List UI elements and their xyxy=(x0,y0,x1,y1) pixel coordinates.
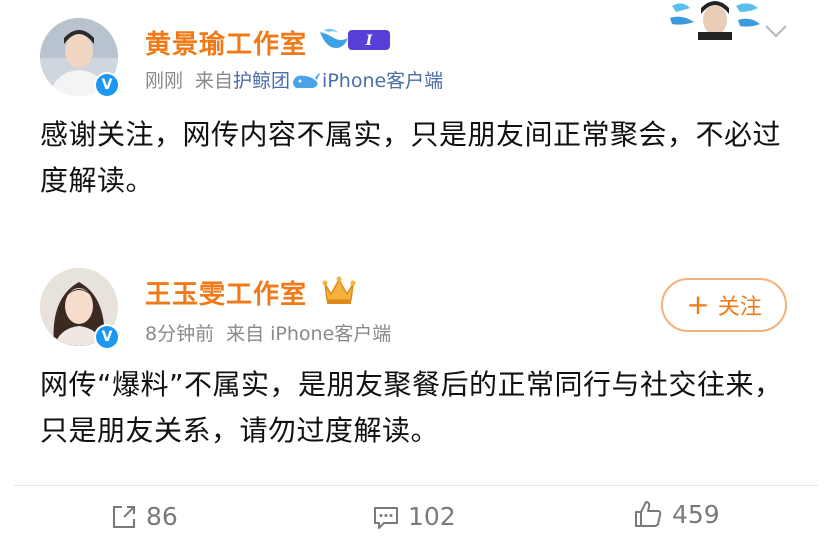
svg-text:I: I xyxy=(365,33,373,49)
post-content: 网传“爆料”不属实，是朋友聚餐后的正常同行与社交往来，只是朋友关系，请勿过度解读… xyxy=(40,368,783,447)
post-content: 感谢关注，网传内容不属实，只是朋友间正常聚会，不必过度解读。 xyxy=(40,118,782,197)
post-source: 来自 iPhone客户端 xyxy=(226,323,392,345)
share-button[interactable]: 86 xyxy=(110,502,178,531)
action-bar: 86 102 459 xyxy=(0,496,832,544)
weibo-post-wang: V 王玉雯工作室 8分钟前 来自 iPhone客户端 + 关注 网传“爆料”不属实，… xyxy=(0,262,832,480)
post-meta: 刚刚 来自护鲸团 iPhone客户端 xyxy=(145,66,443,93)
recommended-thumbnail[interactable] xyxy=(668,0,762,40)
weibo-post-huang: V 黄景瑜工作室 I 刚刚 来自护鲸团 iPhone客户端 感谢关注，网传内容不属… xyxy=(0,0,832,230)
source-prefix: 来自 xyxy=(195,70,234,92)
post-time: 8分钟前 xyxy=(145,323,215,345)
whale-icon xyxy=(293,73,321,88)
like-count: 459 xyxy=(672,499,720,529)
divider xyxy=(14,485,818,486)
like-button[interactable]: 459 xyxy=(632,498,720,530)
comment-count: 102 xyxy=(408,502,456,531)
plus-icon: + xyxy=(686,288,710,321)
crown-icon xyxy=(322,276,356,304)
follow-label: 关注 xyxy=(717,295,762,320)
client-link[interactable]: iPhone客户端 xyxy=(322,70,443,92)
verified-badge: V xyxy=(94,72,120,98)
source-link[interactable]: 护鲸团 xyxy=(233,70,290,92)
post-meta: 8分钟前 来自 iPhone客户端 xyxy=(145,319,391,346)
share-count: 86 xyxy=(146,502,178,531)
share-icon xyxy=(113,505,135,528)
chevron-down-icon[interactable] xyxy=(762,22,790,40)
verified-badge: V xyxy=(94,324,120,350)
author-name[interactable]: 王玉雯工作室 xyxy=(145,274,307,311)
post-time: 刚刚 xyxy=(145,70,184,92)
author-name[interactable]: 黄景瑜工作室 xyxy=(145,24,307,61)
comment-button[interactable]: 102 xyxy=(372,502,456,531)
level-badge-icon: I xyxy=(320,28,390,50)
like-icon xyxy=(635,501,662,527)
comment-icon xyxy=(374,506,398,529)
follow-button[interactable]: + 关注 xyxy=(661,278,787,332)
